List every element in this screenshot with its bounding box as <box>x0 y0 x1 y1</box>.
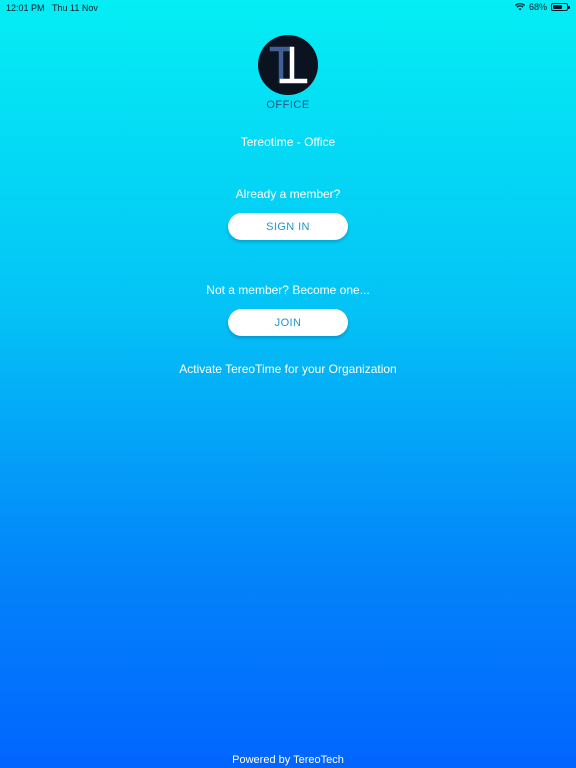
battery-tip <box>568 6 570 9</box>
signin-prompt: Already a member? <box>235 187 341 201</box>
sign-in-button[interactable]: SIGN IN <box>228 213 348 240</box>
wifi-icon <box>514 3 525 11</box>
status-bar: 12:01 PM Thu 11 Nov 68% <box>0 0 576 16</box>
status-date: Thu 11 Nov <box>52 3 98 13</box>
status-indicators: 68% <box>514 2 570 12</box>
battery-fill <box>553 5 562 9</box>
app-title: Tereotime - Office <box>240 135 336 149</box>
join-button[interactable]: JOIN <box>228 309 348 336</box>
activate-organization-link[interactable]: Activate TereoTime for your Organization <box>0 362 576 376</box>
status-time: 12:01 PM <box>6 3 45 13</box>
join-prompt: Not a member? Become one... <box>206 283 370 297</box>
app-logo <box>258 35 318 95</box>
logo-caption: OFFICE <box>266 99 310 111</box>
powered-by-footer: Powered by TereoTech <box>232 754 344 766</box>
battery-icon <box>551 3 570 11</box>
battery-percent: 68% <box>528 2 547 12</box>
tt-logo-icon <box>269 46 308 84</box>
